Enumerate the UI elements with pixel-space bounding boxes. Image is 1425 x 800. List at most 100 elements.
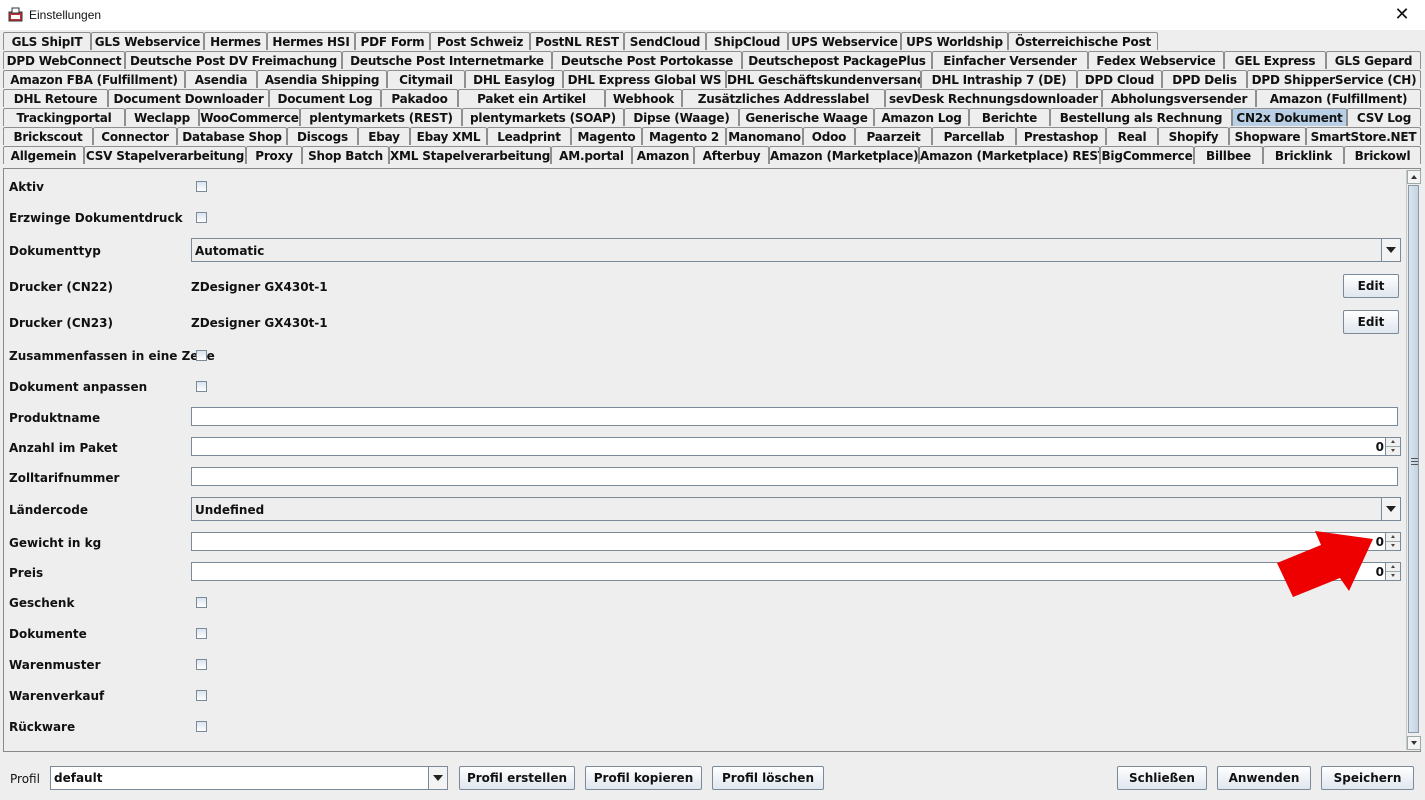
tab-dpd-delis[interactable]: DPD Delis xyxy=(1162,70,1247,88)
profil-loeschen-button[interactable]: Profil löschen xyxy=(712,766,824,790)
scroll-thumb[interactable] xyxy=(1408,185,1419,733)
increment-icon[interactable] xyxy=(1386,563,1400,572)
tab-amazon-marketplace[interactable]: Amazon (Marketplace) xyxy=(769,146,919,164)
tab-hermes[interactable]: Hermes xyxy=(204,32,267,50)
tab-amazon[interactable]: Amazon xyxy=(632,146,694,164)
schliessen-button[interactable]: Schließen xyxy=(1117,766,1207,790)
tab-billbee[interactable]: Billbee xyxy=(1194,146,1263,164)
tab-deutsche-post-dv-freimachung[interactable]: Deutsche Post DV Freimachung xyxy=(125,51,342,69)
tab-magento-2[interactable]: Magento 2 xyxy=(642,127,726,145)
tab-webhook[interactable]: Webhook xyxy=(605,89,682,107)
tab-amazon-log[interactable]: Amazon Log xyxy=(874,108,969,126)
tab-xml-stapelverarbeitung[interactable]: XML Stapelverarbeitung xyxy=(389,146,551,164)
gewicht-stepper[interactable]: 0 xyxy=(191,532,1401,551)
close-icon[interactable]: ✕ xyxy=(1379,0,1425,30)
preis-stepper[interactable]: 0 xyxy=(191,562,1401,581)
tab-shipcloud[interactable]: ShipCloud xyxy=(706,32,788,50)
tab-paarzeit[interactable]: Paarzeit xyxy=(855,127,932,145)
decrement-icon[interactable] xyxy=(1386,542,1400,550)
tab-dpd-webconnect[interactable]: DPD WebConnect xyxy=(3,51,125,69)
tab-asendia[interactable]: Asendia xyxy=(185,70,257,88)
anpassen-checkbox[interactable] xyxy=(196,381,207,392)
tab-amazon-marketplace-rest[interactable]: Amazon (Marketplace) REST xyxy=(919,146,1100,164)
tab-paket-ein-artikel[interactable]: Paket ein Artikel xyxy=(458,89,605,107)
scroll-down-icon[interactable] xyxy=(1407,736,1421,750)
tab-leadprint[interactable]: Leadprint xyxy=(487,127,571,145)
tab-citymail[interactable]: Citymail xyxy=(387,70,465,88)
dokumenttyp-select[interactable]: Automatic xyxy=(191,238,1401,262)
tab-database-shop[interactable]: Database Shop xyxy=(177,127,287,145)
tab-einfacher-versender[interactable]: Einfacher Versender xyxy=(932,51,1088,69)
tab-plentymarkets-soap[interactable]: plentymarkets (SOAP) xyxy=(462,108,624,126)
tab-csv-log[interactable]: CSV Log xyxy=(1347,108,1421,126)
tab-real[interactable]: Real xyxy=(1106,127,1158,145)
tab-sendcloud[interactable]: SendCloud xyxy=(624,32,706,50)
tab-gls-gepard[interactable]: GLS Gepard xyxy=(1326,51,1421,69)
zusammenfassen-checkbox[interactable] xyxy=(196,350,207,361)
warenverkauf-checkbox[interactable] xyxy=(196,690,207,701)
chevron-down-icon[interactable] xyxy=(1381,239,1400,261)
tab-pakadoo[interactable]: Pakadoo xyxy=(381,89,458,107)
zolltarif-input[interactable] xyxy=(191,467,1398,486)
increment-icon[interactable] xyxy=(1386,438,1400,447)
edit-cn22-button[interactable]: Edit xyxy=(1343,274,1399,298)
tab-magento[interactable]: Magento xyxy=(571,127,642,145)
tab-dhl-intraship-7-de[interactable]: DHL Intraship 7 (DE) xyxy=(921,70,1077,88)
tab-afterbuy[interactable]: Afterbuy xyxy=(694,146,769,164)
tab-cn2x-dokument[interactable]: CN2x Dokument xyxy=(1232,108,1347,126)
tab-berichte[interactable]: Berichte xyxy=(969,108,1050,126)
tab-dhl-express-global-ws[interactable]: DHL Express Global WS xyxy=(563,70,726,88)
tab-trackingportal[interactable]: Trackingportal xyxy=(3,108,125,126)
tab-bricklink[interactable]: Bricklink xyxy=(1263,146,1344,164)
edit-cn23-button[interactable]: Edit xyxy=(1343,310,1399,334)
increment-icon[interactable] xyxy=(1386,533,1400,542)
tab-shopify[interactable]: Shopify xyxy=(1158,127,1229,145)
tab-deutschepost-packageplus[interactable]: Deutschepost PackagePlus xyxy=(742,51,932,69)
tab-generische-waage[interactable]: Generische Waage xyxy=(739,108,874,126)
tab-dhl-easylog[interactable]: DHL Easylog xyxy=(465,70,563,88)
tab-brickscout[interactable]: Brickscout xyxy=(3,127,93,145)
tab-dpd-cloud[interactable]: DPD Cloud xyxy=(1077,70,1162,88)
tab-smartstore-net[interactable]: SmartStore.NET xyxy=(1306,127,1421,145)
tab-fedex-webservice[interactable]: Fedex Webservice xyxy=(1088,51,1224,69)
tab-parcellab[interactable]: Parcellab xyxy=(932,127,1016,145)
tab-dhl-geschäftskundenversand[interactable]: DHL Geschäftskundenversand xyxy=(726,70,921,88)
tab-shop-batch[interactable]: Shop Batch xyxy=(302,146,389,164)
decrement-icon[interactable] xyxy=(1386,572,1400,580)
tab-deutsche-post-internetmarke[interactable]: Deutsche Post Internetmarke xyxy=(342,51,552,69)
geschenk-checkbox[interactable] xyxy=(196,597,207,608)
tab-deutsche-post-portokasse[interactable]: Deutsche Post Portokasse xyxy=(552,51,742,69)
tab-pdf-form[interactable]: PDF Form xyxy=(355,32,430,50)
tab-proxy[interactable]: Proxy xyxy=(246,146,302,164)
tab-postnl-rest[interactable]: PostNL REST xyxy=(530,32,624,50)
tab-csv-stapelverarbeitung[interactable]: CSV Stapelverarbeitung xyxy=(84,146,246,164)
vertical-scrollbar[interactable] xyxy=(1406,170,1421,750)
tab-dpd-shipperservice-ch[interactable]: DPD ShipperService (CH) xyxy=(1247,70,1421,88)
tab-am-portal[interactable]: AM.portal xyxy=(551,146,632,164)
tab-amazon-fba-fulfillment[interactable]: Amazon FBA (Fulfillment) xyxy=(3,70,185,88)
tab-odoo[interactable]: Odoo xyxy=(803,127,855,145)
chevron-down-icon[interactable] xyxy=(1381,498,1400,520)
speichern-button[interactable]: Speichern xyxy=(1321,766,1414,790)
decrement-icon[interactable] xyxy=(1386,447,1400,455)
anwenden-button[interactable]: Anwenden xyxy=(1217,766,1311,790)
tab-amazon-fulfillment[interactable]: Amazon (Fulfillment) xyxy=(1256,89,1421,107)
tab-connector[interactable]: Connector xyxy=(93,127,177,145)
tab-österreichische-post[interactable]: Österreichische Post xyxy=(1008,32,1158,50)
tab-asendia-shipping[interactable]: Asendia Shipping xyxy=(257,70,387,88)
profil-select[interactable]: default xyxy=(50,766,448,790)
aktiv-checkbox[interactable] xyxy=(196,181,207,192)
tab-dipse-waage[interactable]: Dipse (Waage) xyxy=(624,108,739,126)
tab-document-log[interactable]: Document Log xyxy=(269,89,381,107)
tab-ebay[interactable]: Ebay xyxy=(358,127,410,145)
tab-bigcommerce[interactable]: BigCommerce xyxy=(1100,146,1194,164)
profil-kopieren-button[interactable]: Profil kopieren xyxy=(585,766,702,790)
tab-gls-shipit[interactable]: GLS ShipIT xyxy=(3,32,91,50)
tab-weclapp[interactable]: Weclapp xyxy=(125,108,199,126)
profil-erstellen-button[interactable]: Profil erstellen xyxy=(459,766,575,790)
chevron-down-icon[interactable] xyxy=(428,767,447,789)
tab-post-schweiz[interactable]: Post Schweiz xyxy=(430,32,530,50)
scroll-up-icon[interactable] xyxy=(1407,170,1421,184)
tab-allgemein[interactable]: Allgemein xyxy=(3,146,84,164)
tab-ups-worldship[interactable]: UPS Worldship xyxy=(901,32,1008,50)
